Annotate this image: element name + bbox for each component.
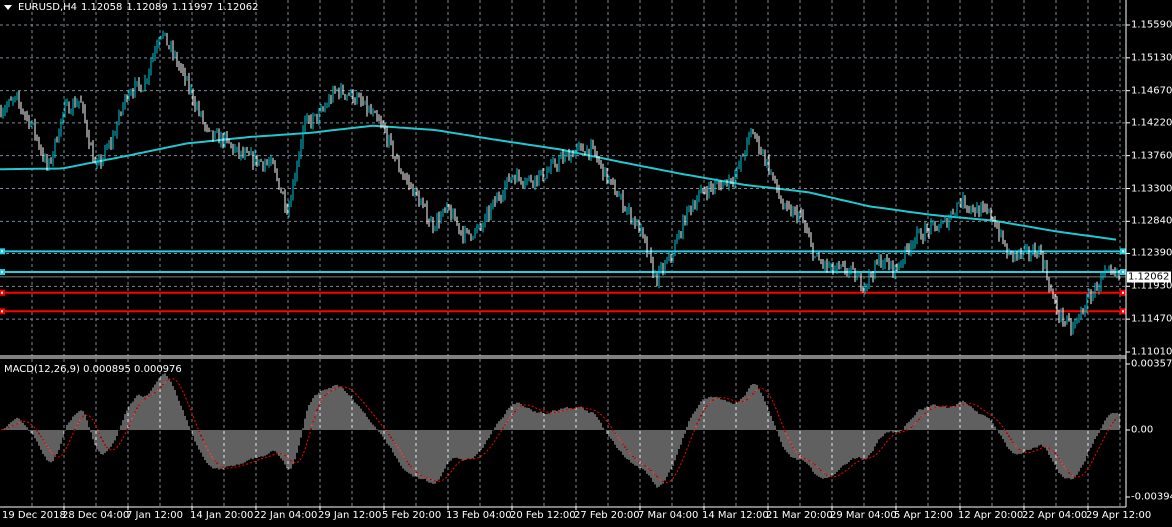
low-value: 1.11997 [171, 2, 214, 13]
symbol-label: EURUSD,H4 [18, 2, 78, 13]
date-axis-label: 14 Mar 12:00 [702, 510, 769, 521]
price-axis-label: 1.13760 [1131, 150, 1172, 162]
price-axis-label: 1.15590 [1131, 19, 1172, 31]
macd-axis-label: 0.003571 [1131, 358, 1172, 370]
macd-value: 0.000895 [83, 364, 131, 375]
date-axis-label: 28 Dec 04:00 [62, 510, 130, 521]
date-axis-label: 29 Jan 12:00 [318, 510, 382, 521]
current-price-label: 1.12062 [1127, 271, 1171, 283]
macd-name: MACD(12,26,9) [4, 364, 80, 375]
date-axis-label: 14 Jan 20:00 [190, 510, 254, 521]
price-axis-label: 1.11930 [1131, 280, 1172, 292]
date-axis-label: 5 Apr 12:00 [894, 510, 953, 521]
date-axis-label: 29 Mar 04:00 [830, 510, 897, 521]
date-axis-label: 7 Mar 04:00 [638, 510, 699, 521]
price-axis-label: 1.14670 [1131, 85, 1172, 97]
date-axis-label: 27 Feb 20:00 [574, 510, 640, 521]
level-handle-dot [1122, 291, 1124, 294]
macd-panel [0, 373, 1120, 488]
macd-axis-label: -0.003947 [1131, 491, 1172, 503]
date-axis-label: 7 Jan 12:00 [126, 510, 183, 521]
date-axis-label: 19 Dec 2018 [2, 510, 66, 521]
grid [0, 0, 1130, 510]
date-axis-label: 22 Apr 04:00 [1022, 510, 1088, 521]
price-axis-label: 1.13300 [1131, 183, 1172, 194]
price-axis-label: 1.11010 [1131, 346, 1172, 358]
level-handle-dot [1, 310, 3, 313]
price-axis-label: 1.15130 [1131, 52, 1172, 64]
candles [0, 30, 1120, 336]
price-axis-label: 1.12390 [1131, 247, 1172, 259]
chart-canvas[interactable] [0, 0, 1172, 527]
date-axis-label: 13 Feb 04:00 [446, 510, 512, 521]
level-handle-dot [1122, 250, 1124, 253]
price-axis-label: 1.11470 [1131, 313, 1172, 325]
open-value: 1.12058 [81, 2, 123, 13]
price-axis-label: 1.12840 [1131, 215, 1172, 227]
level-handle-dot [1122, 271, 1124, 274]
close-value: 1.12062 [217, 2, 259, 13]
date-axis-label: 29 Apr 12:00 [1086, 510, 1152, 521]
date-axis-label: 20 Feb 12:00 [510, 510, 576, 521]
macd-header: MACD(12,26,9) 0.000895 0.000976 [4, 364, 182, 375]
level-handle-dot [1, 250, 3, 253]
high-value: 1.12089 [126, 2, 168, 13]
macd-axis-label: 0.00 [1131, 424, 1154, 436]
level-handle-dot [1, 291, 3, 294]
date-axis-label: 5 Feb 20:00 [382, 510, 442, 521]
chart-header: EURUSD,H4 1.12058 1.12089 1.11997 1.1206… [4, 2, 258, 13]
date-axis-label: 22 Jan 04:00 [254, 510, 318, 521]
date-axis-label: 21 Mar 20:00 [766, 510, 833, 521]
horizontal-levels[interactable] [0, 248, 1126, 315]
level-handle-dot [1, 271, 3, 274]
macd-signal-value: 0.000976 [134, 364, 182, 375]
price-axis-label: 1.14220 [1131, 117, 1172, 129]
dropdown-triangle-icon[interactable] [4, 5, 12, 10]
macd-signal-line [0, 377, 1118, 484]
date-axis-label: 12 Apr 20:00 [958, 510, 1024, 521]
level-handle-dot [1122, 310, 1124, 313]
